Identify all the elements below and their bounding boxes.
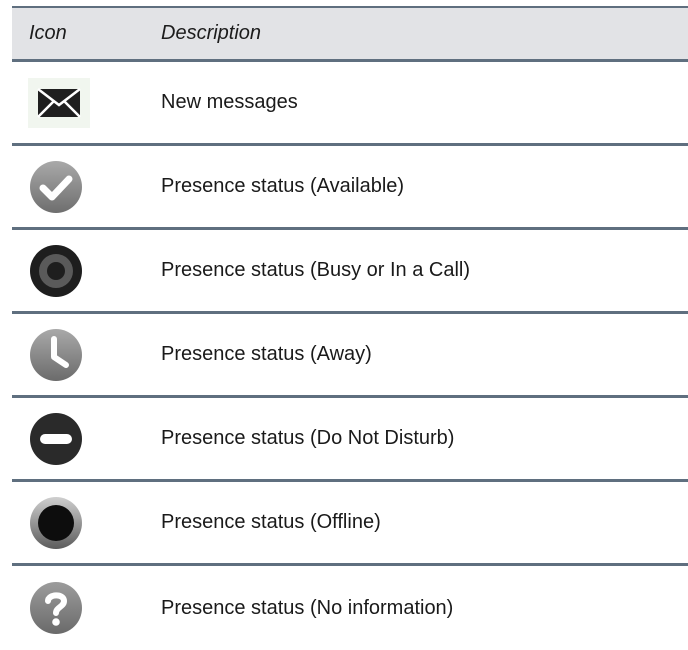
row-description: Presence status (Available) [161, 175, 405, 197]
icon-cell [12, 411, 161, 467]
row-description: Presence status (Offline) [161, 511, 381, 533]
table-header: Icon Description [12, 6, 688, 62]
icon-cell [12, 327, 161, 383]
header-description-column: Description [161, 22, 262, 44]
header-icon-column: Icon [29, 22, 67, 44]
table-row: Presence status (Offline) [12, 482, 688, 566]
icon-cell [12, 77, 161, 128]
table-row: Presence status (Do Not Disturb) [12, 398, 688, 482]
question-circle-icon [30, 582, 82, 634]
row-description: Presence status (Away) [161, 343, 372, 365]
checkmark-circle-icon [30, 160, 82, 213]
icon-cell [12, 243, 161, 299]
icon-cell [12, 495, 161, 551]
table-row: New messages [12, 62, 688, 146]
clock-icon [30, 328, 82, 381]
icon-cell [12, 580, 161, 636]
row-description: Presence status (Busy or In a Call) [161, 259, 471, 281]
table-row: Presence status (Available) [12, 146, 688, 230]
icon-table: Icon Description New messages Presence s… [12, 6, 688, 650]
icon-cell [12, 159, 161, 215]
minus-circle-icon [30, 412, 82, 465]
busy-ring-icon [30, 244, 82, 297]
row-description: New messages [161, 91, 298, 113]
row-description: Presence status (No information) [161, 596, 454, 619]
table-row: Presence status (No information) [12, 566, 688, 650]
offline-circle-icon [30, 496, 82, 549]
table-row: Presence status (Away) [12, 314, 688, 398]
envelope-icon [28, 77, 90, 128]
table-row: Presence status (Busy or In a Call) [12, 230, 688, 314]
row-description: Presence status (Do Not Disturb) [161, 427, 455, 449]
